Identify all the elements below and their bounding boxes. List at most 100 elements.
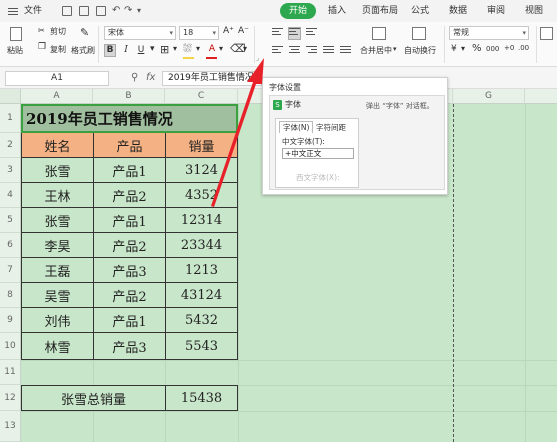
- align-top-icon[interactable]: [272, 28, 283, 39]
- table-cell[interactable]: 5543: [166, 333, 238, 360]
- table-cell[interactable]: 产品1: [94, 208, 166, 233]
- table-cell[interactable]: 3124: [166, 158, 238, 183]
- row-header-1[interactable]: 1: [0, 104, 21, 133]
- row-header-10[interactable]: 10: [0, 333, 21, 360]
- row-header-6[interactable]: 6: [0, 233, 21, 258]
- redo-icon[interactable]: ↷: [124, 0, 132, 22]
- zoom-search-icon[interactable]: ⚲: [131, 67, 138, 89]
- fill-color-icon[interactable]: ⛆: [183, 42, 192, 56]
- row-header-8[interactable]: 8: [0, 283, 21, 308]
- select-all-corner[interactable]: [0, 89, 21, 104]
- summary-value-cell[interactable]: 15438: [166, 386, 238, 411]
- file-menu[interactable]: 文件: [24, 0, 42, 22]
- summary-label-cell[interactable]: 张雪总销量: [22, 386, 166, 411]
- row-header-12[interactable]: 12: [0, 385, 21, 411]
- distribute-icon[interactable]: [340, 46, 351, 57]
- font-color-button[interactable]: A: [206, 43, 218, 56]
- tab-page-layout[interactable]: 页面布局: [362, 0, 398, 22]
- underline-button[interactable]: U: [135, 44, 147, 57]
- column-header-c[interactable]: C: [165, 89, 238, 104]
- row-header-4[interactable]: 4: [0, 183, 21, 208]
- table-cell[interactable]: 4352: [166, 183, 238, 208]
- print-icon[interactable]: [79, 6, 89, 16]
- tab-review[interactable]: 审阅: [487, 0, 505, 22]
- copy-icon[interactable]: ❐: [38, 42, 46, 52]
- table-cell[interactable]: 王磊: [22, 258, 94, 283]
- format-painter-button[interactable]: 格式刷: [71, 45, 95, 56]
- name-box[interactable]: A1: [5, 71, 109, 86]
- copy-button[interactable]: 复制: [50, 44, 66, 55]
- decrease-font-icon[interactable]: A⁻: [238, 26, 249, 36]
- clear-dropdown-icon[interactable]: ▾: [243, 44, 247, 53]
- italic-button[interactable]: I: [120, 44, 132, 57]
- undo-icon[interactable]: ↶: [112, 0, 120, 22]
- row-header-2[interactable]: 2: [0, 133, 21, 158]
- table-cell[interactable]: 43124: [166, 283, 238, 308]
- save-icon[interactable]: [62, 6, 72, 16]
- align-left-icon[interactable]: [272, 46, 283, 57]
- cut-icon[interactable]: ✂: [38, 26, 45, 35]
- tab-formulas[interactable]: 公式: [411, 0, 429, 22]
- customize-dropdown-icon[interactable]: ▾: [137, 0, 141, 22]
- table-cell[interactable]: 林雪: [22, 333, 94, 360]
- table-cell[interactable]: 产品2: [94, 283, 166, 308]
- table-cell[interactable]: 12314: [166, 208, 238, 233]
- justify-icon[interactable]: [323, 46, 334, 57]
- paste-icon[interactable]: [10, 27, 22, 41]
- table-cell[interactable]: 刘伟: [22, 308, 94, 333]
- table-cell[interactable]: 王林: [22, 183, 94, 208]
- bold-button[interactable]: B: [104, 44, 116, 57]
- increase-font-icon[interactable]: A⁺: [223, 26, 234, 36]
- table-cell[interactable]: 产品2: [94, 233, 166, 258]
- tab-view[interactable]: 视图: [525, 0, 543, 22]
- fx-icon[interactable]: fx: [146, 67, 155, 89]
- row-header-11[interactable]: 11: [0, 360, 21, 385]
- borders-dropdown-icon[interactable]: ▾: [173, 44, 177, 53]
- align-middle-icon[interactable]: [288, 27, 301, 40]
- font-size-select[interactable]: 18 ▾: [179, 26, 219, 40]
- align-center-icon[interactable]: [289, 46, 300, 57]
- column-header-a[interactable]: A: [21, 89, 93, 104]
- header-cell-sales[interactable]: 销量: [166, 133, 238, 158]
- font-color-dropdown-icon[interactable]: ▾: [219, 44, 223, 53]
- format-painter-icon[interactable]: ✎: [80, 26, 89, 39]
- percent-button[interactable]: %: [472, 43, 482, 54]
- table-cell[interactable]: 1213: [166, 258, 238, 283]
- row-header-7[interactable]: 7: [0, 258, 21, 283]
- align-bottom-icon[interactable]: [306, 28, 317, 39]
- conditional-format-icon[interactable]: [540, 27, 553, 40]
- paste-button[interactable]: 粘贴: [7, 45, 23, 56]
- column-header-g[interactable]: G: [453, 89, 525, 104]
- row-header-13[interactable]: 13: [0, 411, 21, 442]
- tab-data[interactable]: 数据: [449, 0, 467, 22]
- underline-options-icon[interactable]: ▾: [150, 44, 155, 54]
- align-right-icon[interactable]: [306, 46, 317, 57]
- fill-color-dropdown-icon[interactable]: ▾: [196, 44, 200, 53]
- header-cell-product[interactable]: 产品: [94, 133, 166, 158]
- currency-dropdown-icon[interactable]: ▾: [461, 44, 465, 53]
- formula-input[interactable]: 2019年员工销售情况: [162, 71, 262, 86]
- auto-wrap-icon[interactable]: [412, 27, 426, 40]
- number-format-select[interactable]: 常规 ▾: [449, 26, 529, 40]
- font-name-select[interactable]: 宋体 ▾: [104, 26, 176, 40]
- decrease-decimal-icon[interactable]: .00: [518, 44, 529, 52]
- merge-center-icon[interactable]: [372, 27, 386, 40]
- table-cell[interactable]: 产品3: [94, 333, 166, 360]
- table-cell[interactable]: 23344: [166, 233, 238, 258]
- row-header-5[interactable]: 5: [0, 208, 21, 233]
- merge-dropdown-icon[interactable]: ▾: [393, 45, 397, 53]
- table-cell[interactable]: 产品1: [94, 308, 166, 333]
- increase-decimal-icon[interactable]: +0: [504, 44, 514, 52]
- borders-icon[interactable]: ⊞: [160, 43, 169, 56]
- table-cell[interactable]: 李昊: [22, 233, 94, 258]
- title-cell-a1[interactable]: 2019年员工销售情况: [21, 104, 238, 133]
- row-header-9[interactable]: 9: [0, 308, 21, 333]
- table-cell[interactable]: 产品3: [94, 258, 166, 283]
- thousands-button[interactable]: 000: [486, 45, 499, 53]
- table-cell[interactable]: 张雪: [22, 158, 94, 183]
- table-cell[interactable]: 吴雪: [22, 283, 94, 308]
- currency-icon[interactable]: ¥: [451, 44, 457, 54]
- table-cell[interactable]: 5432: [166, 308, 238, 333]
- tab-insert[interactable]: 插入: [328, 0, 346, 22]
- header-cell-name[interactable]: 姓名: [22, 133, 94, 158]
